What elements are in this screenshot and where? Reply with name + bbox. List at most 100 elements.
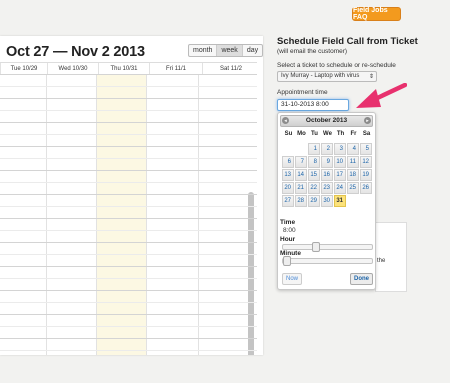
weekday-label: Su <box>284 131 293 137</box>
column-header: Tue 10/29 <box>0 63 47 74</box>
time-slot-line <box>0 314 257 315</box>
time-slot-line <box>0 122 257 123</box>
faq-button[interactable]: Field Jobs FAQ <box>352 7 401 21</box>
day-cell[interactable]: 18 <box>347 169 359 181</box>
calendar-time-grid[interactable] <box>0 74 257 355</box>
ticket-select-value: Ivy Murray - Laptop with virus <box>281 73 360 79</box>
weekday-label: Mo <box>297 131 306 137</box>
time-slot-line <box>0 134 257 135</box>
day-cell[interactable]: 11 <box>347 156 359 168</box>
time-slot-line <box>0 266 257 267</box>
time-slot-line <box>0 290 257 291</box>
time-slot-line <box>0 338 257 339</box>
time-slot-line <box>0 302 257 303</box>
view-switcher: month week day <box>188 44 264 57</box>
day-cell[interactable]: 24 <box>334 182 346 194</box>
time-slot-line <box>0 74 257 75</box>
day-cell[interactable]: 21 <box>295 182 307 194</box>
time-slot-line <box>0 254 257 255</box>
time-slot-line <box>0 170 257 171</box>
today-column[interactable] <box>96 74 147 355</box>
day-cell[interactable]: 7 <box>295 156 307 168</box>
column-header: Sat 11/2 <box>202 63 259 74</box>
day-cell[interactable]: 23 <box>321 182 333 194</box>
view-week-button[interactable]: week <box>217 45 243 56</box>
time-label: Time <box>280 219 296 226</box>
day-cell[interactable]: 17 <box>334 169 346 181</box>
ticket-label: Select a ticket to schedule or re-schedu… <box>277 62 396 69</box>
day-cell[interactable]: 26 <box>360 182 372 194</box>
calendar-title: Oct 27 — Nov 2 2013 <box>6 44 145 60</box>
day-cell[interactable]: 2 <box>321 143 333 155</box>
background-panel <box>375 222 407 292</box>
selected-day-cell[interactable]: 31 <box>334 195 346 207</box>
day-cell[interactable]: 20 <box>282 182 294 194</box>
day-cell[interactable]: 4 <box>347 143 359 155</box>
pointer-arrow-icon <box>356 83 407 108</box>
time-slot-line <box>0 218 257 219</box>
ticket-select[interactable]: Ivy Murray - Laptop with virus ⇕ <box>277 71 377 82</box>
day-cell[interactable]: 28 <box>295 195 307 207</box>
weekday-label: Th <box>336 131 345 137</box>
schedule-title: Schedule Field Call from Ticket <box>277 36 418 47</box>
day-cell[interactable]: 29 <box>308 195 320 207</box>
day-cell[interactable]: 16 <box>321 169 333 181</box>
day-column[interactable] <box>198 74 255 355</box>
view-day-button[interactable]: day <box>243 45 262 56</box>
day-cell[interactable]: 19 <box>360 169 372 181</box>
day-cell[interactable]: 3 <box>334 143 346 155</box>
time-slot-line <box>0 230 257 231</box>
calendar-scrollbar[interactable] <box>248 192 254 355</box>
calendar-panel: Oct 27 — Nov 2 2013 month week day Tue 1… <box>0 36 264 355</box>
day-cell[interactable]: 9 <box>321 156 333 168</box>
appointment-time-input[interactable]: 31-10-2013 8:00 <box>277 99 349 111</box>
day-cell[interactable]: 1 <box>308 143 320 155</box>
column-header: Fri 11/1 <box>149 63 202 74</box>
day-cell[interactable]: 13 <box>282 169 294 181</box>
time-value: 8:00 <box>283 227 296 234</box>
day-cell[interactable]: 6 <box>282 156 294 168</box>
day-cell[interactable]: 22 <box>308 182 320 194</box>
day-cell[interactable]: 5 <box>360 143 372 155</box>
schedule-subtitle: (will email the customer) <box>277 48 348 55</box>
hour-label: Hour <box>280 236 296 243</box>
weekday-label: We <box>323 131 332 137</box>
hour-slider-handle[interactable] <box>312 242 320 252</box>
day-cell[interactable]: 15 <box>308 169 320 181</box>
time-slot-line <box>0 350 257 351</box>
day-column[interactable] <box>46 74 97 355</box>
day-cell[interactable]: 8 <box>308 156 320 168</box>
background-panel-text: the <box>377 258 386 264</box>
time-slot-line <box>0 194 257 195</box>
minute-slider[interactable] <box>282 256 373 266</box>
now-button[interactable]: Now <box>282 273 302 285</box>
weekday-label: Sa <box>362 131 371 137</box>
day-cell[interactable]: 10 <box>334 156 346 168</box>
weekday-label: Tu <box>311 131 318 137</box>
day-cell[interactable]: 14 <box>295 169 307 181</box>
time-slot-line <box>0 86 257 87</box>
minute-slider-handle[interactable] <box>283 256 291 266</box>
chevron-right-icon[interactable]: ▸ <box>364 117 371 124</box>
day-cell[interactable]: 27 <box>282 195 294 207</box>
view-month-button[interactable]: month <box>189 45 218 56</box>
datetime-picker: ◂ October 2013 ▸ Su Mo Tu We Th Fr Sa 12… <box>277 112 376 290</box>
done-button[interactable]: Done <box>350 273 373 285</box>
day-cell[interactable]: 12 <box>360 156 372 168</box>
picker-header: ◂ October 2013 ▸ <box>280 115 373 127</box>
time-slot-line <box>0 182 257 183</box>
weekday-label: Fr <box>350 131 357 137</box>
picker-month-title: October 2013 <box>305 117 348 124</box>
time-slot-line <box>0 278 257 279</box>
time-slot-line <box>0 98 257 99</box>
time-slot-line <box>0 110 257 111</box>
column-header: Wed 10/30 <box>47 63 98 74</box>
weekday-header: Su Mo Tu We Th Fr Sa <box>282 131 373 137</box>
time-slot-line <box>0 242 257 243</box>
time-slot-line <box>0 326 257 327</box>
day-column[interactable] <box>146 74 199 355</box>
day-grid: 1 2 3 4 5 6 7 8 9 10 11 12 13 14 15 16 17 18 19 20 21 22 23 24 2… <box>282 143 372 207</box>
day-cell[interactable]: 30 <box>321 195 333 207</box>
time-slot-line <box>0 146 257 147</box>
day-cell[interactable]: 25 <box>347 182 359 194</box>
